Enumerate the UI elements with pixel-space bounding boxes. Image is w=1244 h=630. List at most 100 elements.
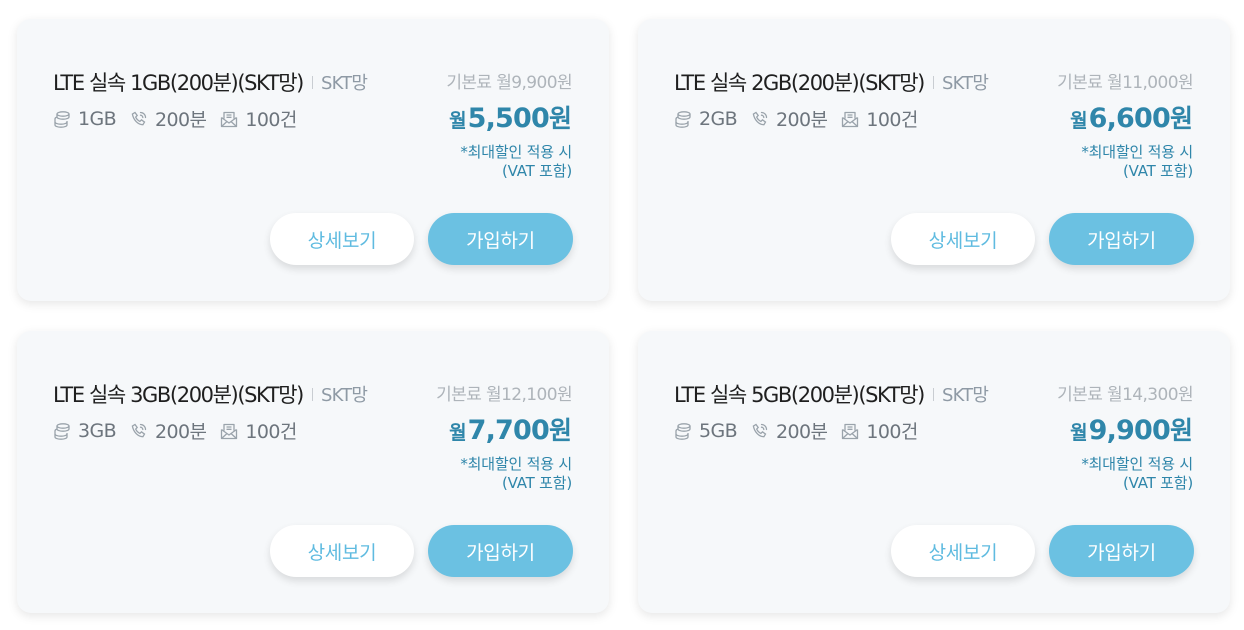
data-stack-icon bbox=[54, 110, 70, 128]
plan-name: LTE 실속 3GB(200분)(SKT망) bbox=[53, 383, 304, 407]
price-prefix: 월 bbox=[1070, 110, 1088, 132]
price-suffix: 원 bbox=[548, 416, 572, 445]
spec-sms-text: 100건 bbox=[866, 109, 918, 131]
plan-name: LTE 실속 2GB(200분)(SKT망) bbox=[674, 71, 925, 95]
price-prefix: 월 bbox=[1070, 422, 1088, 444]
envelope-icon bbox=[221, 423, 238, 439]
spec-voice: 200분 bbox=[129, 417, 207, 444]
spec-voice-text: 200분 bbox=[155, 421, 207, 443]
data-stack-icon bbox=[675, 110, 691, 128]
monthly-price: 월 5,500 원 bbox=[449, 99, 572, 135]
plan-title-row: LTE 실속 5GB(200분)(SKT망) SKT망 bbox=[674, 379, 989, 409]
data-stack-icon bbox=[54, 422, 70, 440]
spec-sms-text: 100건 bbox=[866, 421, 918, 443]
price-prefix: 월 bbox=[449, 110, 467, 132]
spec-voice-text: 200분 bbox=[776, 109, 828, 131]
view-details-button[interactable]: 상세보기 bbox=[270, 213, 414, 265]
plan-specs: 1GB 200분 100건 bbox=[52, 105, 310, 132]
discount-notice-line: *최대할인 적용 시 bbox=[1081, 143, 1193, 161]
phone-icon bbox=[752, 111, 768, 125]
spec-voice: 200분 bbox=[129, 105, 207, 132]
spec-sms: 100건 bbox=[219, 417, 297, 444]
plan-card: LTE 실속 3GB(200분)(SKT망) SKT망 기본료 월12,100원… bbox=[17, 331, 609, 613]
plan-card: LTE 실속 5GB(200분)(SKT망) SKT망 기본료 월14,300원… bbox=[638, 331, 1230, 613]
join-button[interactable]: 가입하기 bbox=[428, 213, 573, 265]
network-label: SKT망 bbox=[320, 73, 368, 94]
join-button[interactable]: 가입하기 bbox=[1049, 525, 1194, 577]
base-price: 기본료 월12,100원 bbox=[436, 385, 572, 405]
vat-notice-line: (VAT 포함) bbox=[1122, 162, 1193, 180]
discount-notice-line: *최대할인 적용 시 bbox=[460, 143, 572, 161]
join-button[interactable]: 가입하기 bbox=[1049, 213, 1194, 265]
price-amount: 7,700 bbox=[467, 415, 550, 446]
spec-data: 2GB bbox=[673, 107, 738, 130]
discount-notice: *최대할인 적용 시 (VAT 포함) bbox=[1081, 455, 1193, 493]
plan-title-row: LTE 실속 3GB(200분)(SKT망) SKT망 bbox=[53, 379, 368, 409]
vat-notice-line: (VAT 포함) bbox=[1122, 474, 1193, 492]
spec-data-text: 5GB bbox=[699, 419, 738, 442]
phone-icon bbox=[752, 423, 768, 437]
plan-name: LTE 실속 1GB(200분)(SKT망) bbox=[53, 71, 304, 95]
spec-sms-text: 100건 bbox=[245, 421, 297, 443]
spec-sms-text: 100건 bbox=[245, 109, 297, 131]
discount-notice: *최대할인 적용 시 (VAT 포함) bbox=[460, 455, 572, 493]
price-suffix: 원 bbox=[548, 104, 572, 133]
price-amount: 9,900 bbox=[1088, 415, 1171, 446]
plan-specs: 5GB 200분 100건 bbox=[673, 417, 931, 444]
discount-notice: *최대할인 적용 시 (VAT 포함) bbox=[460, 143, 572, 181]
view-details-button[interactable]: 상세보기 bbox=[270, 525, 414, 577]
price-suffix: 원 bbox=[1169, 104, 1193, 133]
plan-card: LTE 실속 2GB(200분)(SKT망) SKT망 기본료 월11,000원… bbox=[638, 19, 1230, 301]
spec-data: 5GB bbox=[673, 419, 738, 442]
plan-specs: 3GB 200분 100건 bbox=[52, 417, 310, 444]
vat-notice-line: (VAT 포함) bbox=[501, 162, 572, 180]
join-button[interactable]: 가입하기 bbox=[428, 525, 573, 577]
plan-specs: 2GB 200분 100건 bbox=[673, 105, 931, 132]
phone-icon bbox=[131, 423, 147, 437]
spec-voice-text: 200분 bbox=[776, 421, 828, 443]
view-details-button[interactable]: 상세보기 bbox=[891, 525, 1035, 577]
spec-sms: 100건 bbox=[219, 105, 297, 132]
plan-name: LTE 실속 5GB(200분)(SKT망) bbox=[674, 383, 925, 407]
plan-title-row: LTE 실속 2GB(200분)(SKT망) SKT망 bbox=[674, 67, 989, 97]
spec-data-text: 3GB bbox=[78, 419, 117, 442]
network-label: SKT망 bbox=[941, 385, 989, 406]
plan-card-grid: LTE 실속 1GB(200분)(SKT망) SKT망 기본료 월9,900원 … bbox=[0, 0, 1244, 630]
spec-voice-text: 200분 bbox=[155, 109, 207, 131]
spec-voice: 200분 bbox=[750, 105, 828, 132]
price-prefix: 월 bbox=[449, 422, 467, 444]
envelope-icon bbox=[221, 111, 238, 127]
discount-notice: *최대할인 적용 시 (VAT 포함) bbox=[1081, 143, 1193, 181]
vat-notice-line: (VAT 포함) bbox=[501, 474, 572, 492]
envelope-icon bbox=[842, 111, 859, 127]
title-divider bbox=[932, 75, 934, 89]
price-amount: 5,500 bbox=[467, 103, 550, 134]
network-label: SKT망 bbox=[320, 385, 368, 406]
spec-voice: 200분 bbox=[750, 417, 828, 444]
envelope-icon bbox=[842, 423, 859, 439]
title-divider bbox=[311, 387, 313, 401]
spec-sms: 100건 bbox=[840, 417, 918, 444]
base-price: 기본료 월14,300원 bbox=[1057, 385, 1193, 405]
spec-sms: 100건 bbox=[840, 105, 918, 132]
view-details-button[interactable]: 상세보기 bbox=[891, 213, 1035, 265]
monthly-price: 월 6,600 원 bbox=[1070, 99, 1193, 135]
price-suffix: 원 bbox=[1169, 416, 1193, 445]
base-price: 기본료 월9,900원 bbox=[446, 73, 572, 93]
monthly-price: 월 9,900 원 bbox=[1070, 411, 1193, 447]
title-divider bbox=[311, 75, 313, 89]
spec-data-text: 1GB bbox=[78, 107, 117, 130]
price-amount: 6,600 bbox=[1088, 103, 1171, 134]
phone-icon bbox=[131, 111, 147, 125]
monthly-price: 월 7,700 원 bbox=[449, 411, 572, 447]
network-label: SKT망 bbox=[941, 73, 989, 94]
base-price: 기본료 월11,000원 bbox=[1057, 73, 1193, 93]
title-divider bbox=[932, 387, 934, 401]
discount-notice-line: *최대할인 적용 시 bbox=[460, 455, 572, 473]
spec-data: 3GB bbox=[52, 419, 117, 442]
discount-notice-line: *최대할인 적용 시 bbox=[1081, 455, 1193, 473]
plan-card: LTE 실속 1GB(200분)(SKT망) SKT망 기본료 월9,900원 … bbox=[17, 19, 609, 301]
spec-data-text: 2GB bbox=[699, 107, 738, 130]
spec-data: 1GB bbox=[52, 107, 117, 130]
data-stack-icon bbox=[675, 422, 691, 440]
